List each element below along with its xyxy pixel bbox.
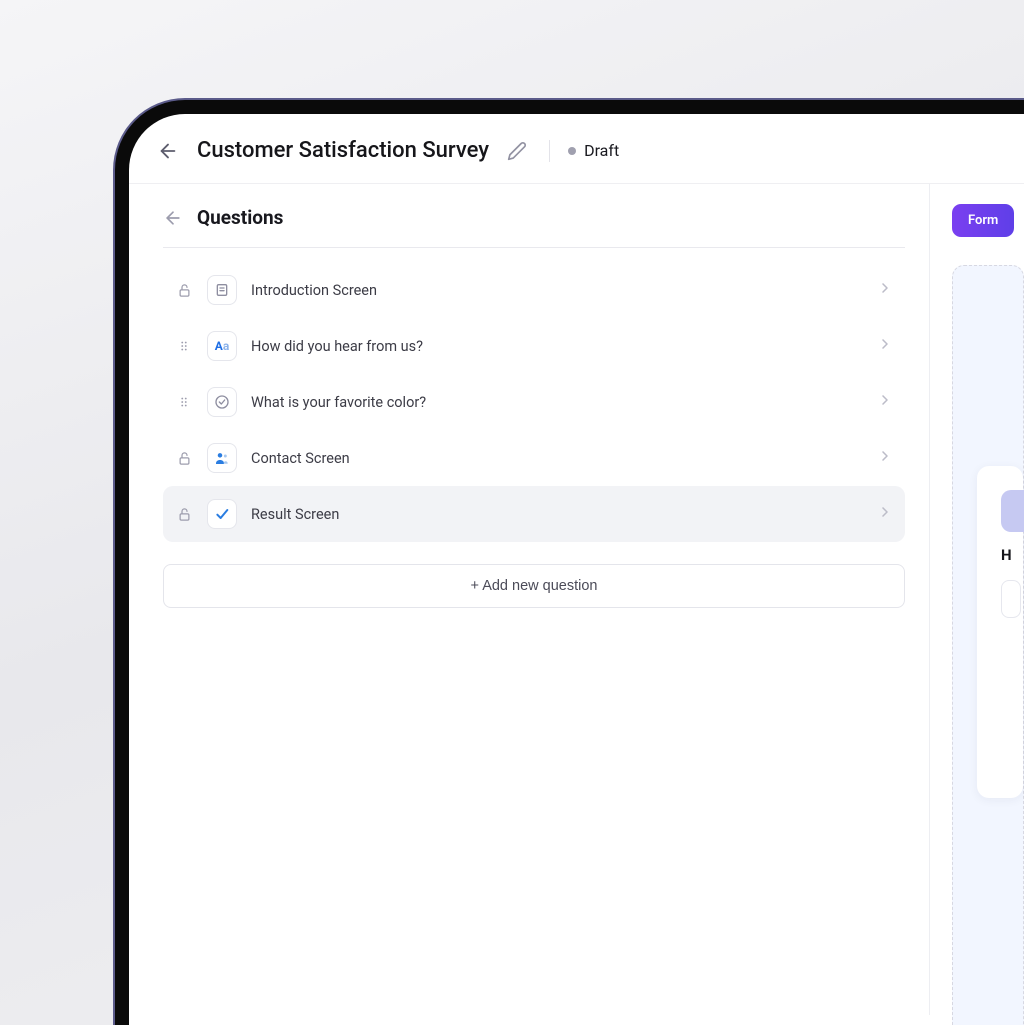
content-row: Questions Introduction Screen Aa How did y…	[129, 184, 1024, 1015]
preview-input-placeholder	[1001, 580, 1021, 618]
question-row[interactable]: Introduction Screen	[163, 262, 905, 318]
status-text: Draft	[584, 141, 619, 160]
question-type-icon	[207, 387, 237, 417]
chevron-right-icon	[877, 448, 893, 468]
add-question-button[interactable]: + Add new question	[163, 564, 905, 608]
edit-icon[interactable]	[507, 141, 527, 161]
question-type-icon: Aa	[207, 331, 237, 361]
preview-frame: H	[952, 265, 1024, 1025]
status-dot-icon	[568, 147, 576, 155]
question-list: Introduction Screen Aa How did you hear fr…	[163, 248, 905, 542]
chevron-right-icon	[877, 392, 893, 412]
section-title: Questions	[197, 206, 283, 229]
question-row[interactable]: Contact Screen	[163, 430, 905, 486]
drag-handle-icon[interactable]	[175, 395, 193, 409]
questions-pane: Questions Introduction Screen Aa How did y…	[129, 184, 929, 1015]
lock-icon	[175, 283, 193, 298]
section-back-icon[interactable]	[163, 208, 183, 228]
device-frame: Customer Satisfaction Survey Draft Quest…	[115, 100, 1024, 1025]
preview-heading: H	[1001, 546, 1023, 564]
preview-image-placeholder	[1001, 490, 1024, 532]
chevron-right-icon	[877, 504, 893, 524]
question-type-icon	[207, 443, 237, 473]
preview-card: H	[977, 466, 1023, 798]
question-type-icon	[207, 275, 237, 305]
chevron-right-icon	[877, 280, 893, 300]
question-label: How did you hear from us?	[251, 338, 863, 355]
question-label: Introduction Screen	[251, 282, 863, 299]
question-label: What is your favorite color?	[251, 394, 863, 411]
chevron-right-icon	[877, 336, 893, 356]
question-row[interactable]: Result Screen	[163, 486, 905, 542]
question-type-icon	[207, 499, 237, 529]
status-chip: Draft	[568, 141, 619, 160]
lock-icon	[175, 507, 193, 522]
section-header: Questions	[163, 184, 905, 248]
drag-handle-icon[interactable]	[175, 339, 193, 353]
back-arrow-icon[interactable]	[157, 140, 179, 162]
form-tab[interactable]: Form	[952, 204, 1014, 237]
question-label: Contact Screen	[251, 450, 863, 467]
preview-pane: Form H	[929, 184, 1024, 1015]
page-title: Customer Satisfaction Survey	[197, 138, 489, 163]
lock-icon	[175, 451, 193, 466]
separator	[549, 140, 550, 162]
question-row[interactable]: Aa How did you hear from us?	[163, 318, 905, 374]
question-row[interactable]: What is your favorite color?	[163, 374, 905, 430]
app-header: Customer Satisfaction Survey Draft	[129, 114, 1024, 184]
question-label: Result Screen	[251, 506, 863, 523]
